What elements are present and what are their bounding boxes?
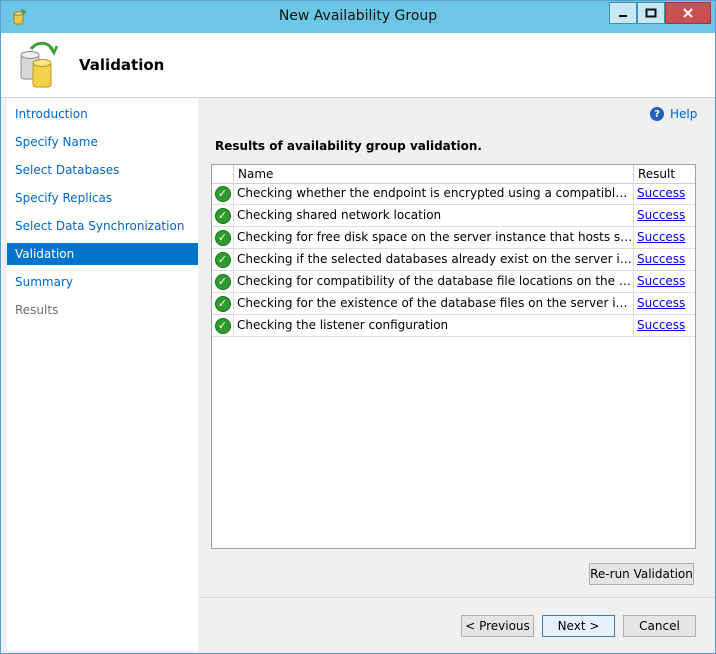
header-icon-column	[212, 165, 234, 183]
nav-item-specify-name[interactable]: Specify Name	[7, 131, 198, 153]
row-result-link[interactable]: Success	[634, 315, 695, 336]
success-check-icon: ✓	[214, 317, 231, 334]
page-header: Validation	[1, 33, 715, 98]
row-name: Checking for the existence of the databa…	[234, 293, 634, 314]
table-row[interactable]: ✓ Checking for free disk space on the se…	[212, 227, 695, 249]
row-name: Checking the listener configuration	[234, 315, 634, 336]
table-row[interactable]: ✓ Checking if the selected databases alr…	[212, 249, 695, 271]
nav-item-introduction[interactable]: Introduction	[7, 103, 198, 125]
row-name: Checking whether the endpoint is encrypt…	[234, 183, 634, 204]
nav-item-summary[interactable]: Summary	[7, 271, 198, 293]
table-row[interactable]: ✓ Checking for compatibility of the data…	[212, 271, 695, 293]
success-check-icon: ✓	[214, 273, 231, 290]
window-title: New Availability Group	[278, 8, 438, 24]
row-result-link[interactable]: Success	[634, 249, 695, 270]
table-row[interactable]: ✓ Checking for the existence of the data…	[212, 293, 695, 315]
table-header: Name Result	[212, 165, 695, 184]
next-button[interactable]: Next >	[542, 615, 615, 637]
table-row[interactable]: ✓ Checking the listener configuration Su…	[212, 315, 695, 337]
row-result-link[interactable]: Success	[634, 293, 695, 314]
title-bar[interactable]: New Availability Group	[1, 1, 715, 33]
nav-item-select-data-synchronization[interactable]: Select Data Synchronization	[7, 215, 198, 237]
nav-item-select-databases[interactable]: Select Databases	[7, 159, 198, 181]
nav-item-results: Results	[15, 303, 59, 317]
success-check-icon: ✓	[214, 251, 231, 268]
row-name: Checking for free disk space on the serv…	[234, 227, 634, 248]
row-result-link[interactable]: Success	[634, 227, 695, 248]
header-result[interactable]: Result	[634, 165, 695, 183]
row-name: Checking if the selected databases alrea…	[234, 249, 634, 270]
close-icon	[683, 8, 693, 18]
help-icon: ?	[650, 107, 664, 121]
success-check-icon: ✓	[214, 185, 231, 202]
wizard-window: New Availability Group Validation Introd…	[0, 0, 716, 654]
row-result-link[interactable]: Success	[634, 205, 695, 226]
nav-item-specify-replicas[interactable]: Specify Replicas	[7, 187, 198, 209]
maximize-icon	[645, 8, 657, 18]
close-button[interactable]	[665, 2, 711, 24]
help-label: Help	[670, 107, 698, 121]
row-name: Checking shared network location	[234, 205, 634, 226]
row-name: Checking for compatibility of the databa…	[234, 271, 634, 292]
row-result-link[interactable]: Success	[634, 183, 695, 204]
success-check-icon: ✓	[214, 295, 231, 312]
wizard-nav: Introduction Specify Name Select Databas…	[7, 98, 198, 651]
cancel-button[interactable]: Cancel	[623, 615, 696, 637]
help-link[interactable]: ? Help	[650, 105, 697, 123]
results-heading: Results of availability group validation…	[215, 139, 482, 153]
maximize-button[interactable]	[637, 2, 665, 24]
header-name[interactable]: Name	[234, 165, 634, 183]
wizard-footer: < Previous Next > Cancel	[200, 597, 715, 652]
success-check-icon: ✓	[214, 207, 231, 224]
main-pane: ? Help Results of availability group val…	[200, 98, 715, 597]
row-result-link[interactable]: Success	[634, 271, 695, 292]
previous-button[interactable]: < Previous	[461, 615, 534, 637]
success-check-icon: ✓	[214, 229, 231, 246]
validation-results-table: Name Result ✓ Checking whether the endpo…	[211, 164, 696, 549]
page-title: Validation	[79, 56, 165, 74]
minimize-icon	[619, 15, 627, 17]
availability-group-icon	[20, 41, 59, 88]
rerun-validation-button[interactable]: Re-run Validation	[589, 563, 694, 585]
nav-item-validation[interactable]: Validation	[7, 243, 198, 265]
table-row[interactable]: ✓ Checking shared network location Succe…	[212, 205, 695, 227]
minimize-button[interactable]	[609, 2, 637, 24]
table-row[interactable]: ✓ Checking whether the endpoint is encry…	[212, 183, 695, 205]
